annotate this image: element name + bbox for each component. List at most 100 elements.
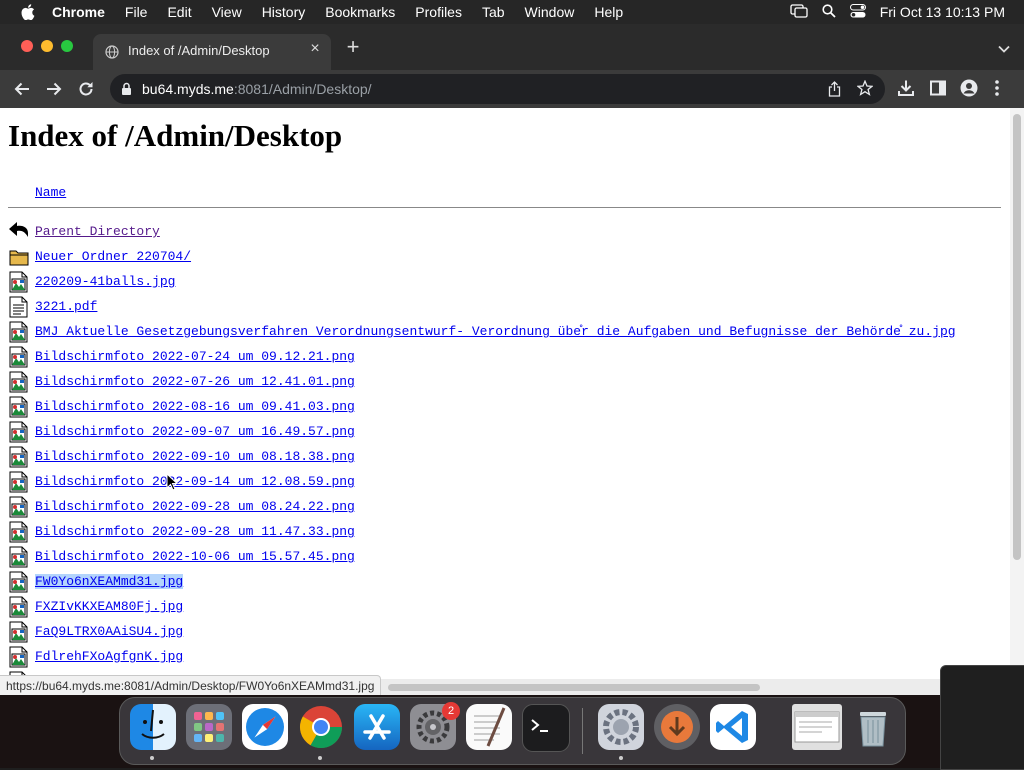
safari-icon[interactable]: [242, 704, 288, 750]
forward-arrow-icon[interactable]: [44, 79, 64, 99]
menu-profiles[interactable]: Profiles: [415, 4, 462, 20]
bookmark-star-icon[interactable]: [856, 79, 874, 101]
image-icon: [9, 271, 29, 293]
back-arrow-icon[interactable]: [12, 79, 32, 99]
image-icon: [9, 571, 29, 593]
file-link[interactable]: FdlrehFXoAgfgnK.jpg: [35, 649, 183, 664]
parent-directory-link[interactable]: Parent Directory: [35, 224, 160, 239]
menu-view[interactable]: View: [212, 4, 242, 20]
image-icon: [9, 621, 29, 643]
menu-help[interactable]: Help: [594, 4, 623, 20]
browser-toolbar: bu64.myds.me:8081/Admin/Desktop/: [0, 70, 1024, 108]
image-icon: [9, 371, 29, 393]
textedit-icon[interactable]: [466, 704, 512, 750]
page-title: Index of /Admin/Desktop: [8, 118, 343, 153]
system-preferences-running-dot: [619, 756, 623, 760]
file-link[interactable]: Bildschirmfoto 2022-08-16 um 09.41.03.pn…: [35, 399, 355, 414]
url-text[interactable]: bu64.myds.me:8081/Admin/Desktop/: [142, 81, 372, 97]
file-link[interactable]: FW0Yo6nXEAMmd31.jpg: [35, 574, 184, 589]
side-panel-icon[interactable]: [929, 79, 947, 102]
vertical-scrollbar-thumb[interactable]: [1013, 114, 1021, 560]
header-divider: [8, 207, 1001, 208]
lock-icon[interactable]: [121, 82, 132, 101]
image-icon: [9, 421, 29, 443]
finder-icon[interactable]: [130, 704, 176, 750]
file-link[interactable]: Bildschirmfoto 2022-07-24 um 09.12.21.pn…: [35, 349, 355, 364]
menu-edit[interactable]: Edit: [167, 4, 191, 20]
reload-icon[interactable]: [76, 79, 96, 99]
app-store-icon[interactable]: [354, 704, 400, 750]
tab-active[interactable]: Index of /Admin/Desktop ×: [93, 34, 331, 70]
image-icon: [9, 546, 29, 568]
file-link[interactable]: Bildschirmfoto 2022-09-10 um 08.18.38.pn…: [35, 449, 355, 464]
page-content: Index of /Admin/Desktop Name Parent Dire…: [0, 108, 1010, 679]
new-tab-icon[interactable]: +: [343, 36, 363, 58]
file-link[interactable]: Bildschirmfoto 2022-07-26 um 12.41.01.pn…: [35, 374, 355, 389]
file-link[interactable]: Bildschirmfoto 2022-09-28 um 08.24.22.pn…: [35, 499, 355, 514]
mouse-pointer-icon: [166, 472, 179, 496]
file-link[interactable]: FaQ9LTRX0AAiSU4.jpg: [35, 624, 183, 639]
close-tab-icon[interactable]: ×: [307, 41, 323, 57]
url-host: bu64.myds.me: [142, 81, 234, 97]
horizontal-scrollbar-thumb[interactable]: [388, 684, 760, 691]
image-icon: [9, 646, 29, 668]
menu-clock[interactable]: Fri Oct 13 10:13 PM: [880, 4, 1005, 20]
file-link[interactable]: BMJ Aktuelle Gesetzgebungsverfahren Vero…: [35, 324, 956, 339]
terminal-icon[interactable]: [522, 704, 570, 752]
close-window-button[interactable]: [21, 40, 33, 52]
preview-window-icon[interactable]: [792, 704, 842, 750]
image-icon: [9, 471, 29, 493]
link-status-bubble: https://bu64.myds.me:8081/Admin/Desktop/…: [0, 675, 382, 697]
url-path: :8081/Admin/Desktop/: [233, 81, 372, 97]
minimize-window-button[interactable]: [41, 40, 53, 52]
text-icon: [9, 296, 29, 318]
menu-bookmarks[interactable]: Bookmarks: [325, 4, 395, 20]
file-link[interactable]: 220209-41balls.jpg: [35, 274, 175, 289]
menu-window[interactable]: Window: [525, 4, 575, 20]
system-preferences-icon[interactable]: [598, 704, 644, 750]
vscode-icon[interactable]: [710, 704, 756, 750]
launchpad-icon[interactable]: [186, 704, 232, 750]
file-link[interactable]: Bildschirmfoto 2022-09-07 um 16.49.57.pn…: [35, 424, 355, 439]
image-icon: [9, 346, 29, 368]
file-link[interactable]: Bildschirmfoto 2022-09-28 um 11.47.33.pn…: [35, 524, 355, 539]
menu-app-name[interactable]: Chrome: [52, 4, 105, 20]
download-icon[interactable]: [897, 79, 915, 102]
file-link[interactable]: 3221.pdf: [35, 299, 97, 314]
address-bar[interactable]: bu64.myds.me:8081/Admin/Desktop/: [110, 74, 885, 104]
share-icon[interactable]: [828, 81, 841, 102]
file-link[interactable]: Bildschirmfoto 2022-09-14 um 12.08.59.pn…: [35, 474, 355, 489]
menu-history[interactable]: History: [262, 4, 306, 20]
image-icon: [9, 496, 29, 518]
finder-running-dot: [150, 756, 154, 760]
apple-icon[interactable]: [18, 4, 38, 20]
notification-badge: 2: [442, 702, 460, 720]
tab-title: Index of /Admin/Desktop: [128, 43, 270, 58]
profile-avatar-icon[interactable]: [960, 79, 978, 102]
file-link[interactable]: Bildschirmfoto 2022-10-06 um 15.57.45.pn…: [35, 549, 355, 564]
trash-icon[interactable]: [850, 704, 896, 750]
control-center-icon[interactable]: [849, 3, 866, 21]
image-icon: [9, 321, 29, 343]
spotlight-search-icon[interactable]: [822, 3, 836, 21]
menu-bar: Chrome File Edit View History Bookmarks …: [0, 0, 1024, 24]
menu-file[interactable]: File: [125, 4, 148, 20]
zoom-window-button[interactable]: [61, 40, 73, 52]
screen-mirroring-icon[interactable]: [790, 3, 808, 21]
background-window: [940, 665, 1024, 770]
chrome-icon[interactable]: [298, 704, 344, 750]
sort-by-name-link[interactable]: Name: [35, 185, 66, 200]
dock: 2: [119, 697, 906, 765]
vertical-scrollbar[interactable]: [1010, 108, 1024, 679]
file-link[interactable]: Neuer Ordner 220704/: [35, 249, 191, 264]
chrome-running-dot: [318, 756, 322, 760]
image-icon: [9, 521, 29, 543]
downloads-icon[interactable]: [654, 704, 700, 750]
kebab-menu-icon[interactable]: [994, 79, 1000, 102]
tab-strip: Index of /Admin/Desktop × +: [0, 24, 1024, 70]
back-icon: [9, 221, 29, 243]
file-link[interactable]: FXZIvKKXEAM80Fj.jpg: [35, 599, 183, 614]
menu-tab[interactable]: Tab: [482, 4, 505, 20]
dock-separator: [582, 708, 583, 754]
chevron-down-icon[interactable]: [998, 40, 1010, 58]
